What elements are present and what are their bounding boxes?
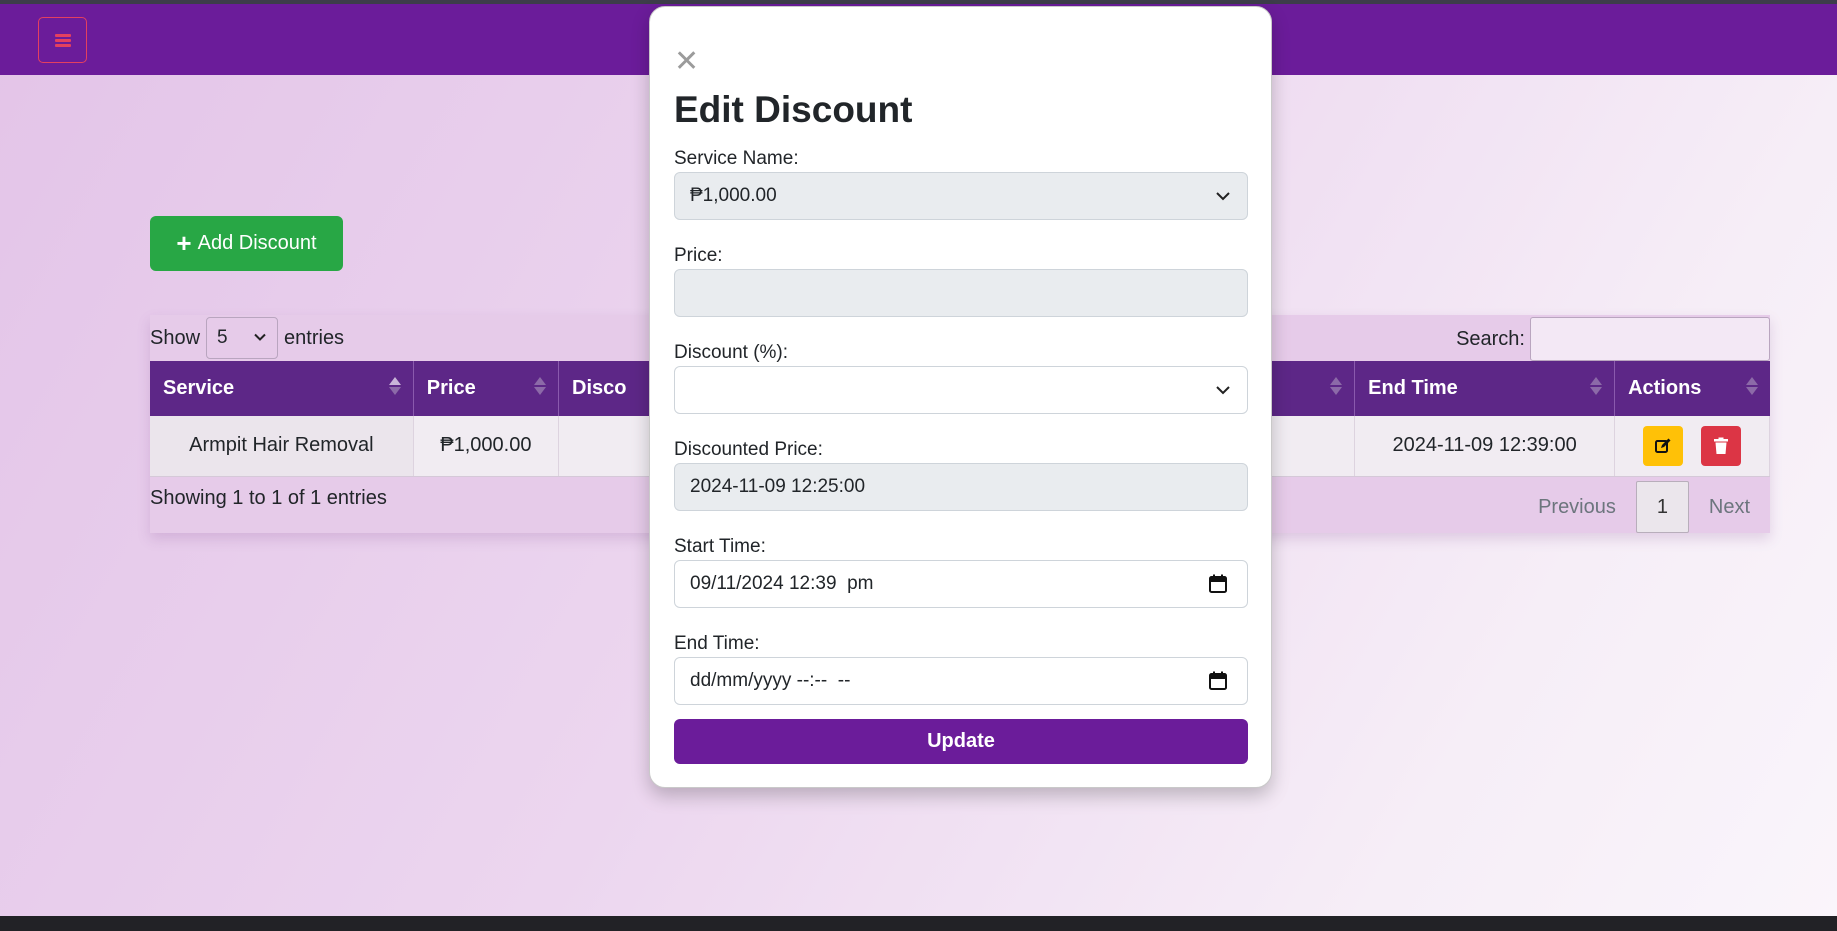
discounted-price-value: 2024-11-09 12:25:00: [690, 476, 866, 497]
discounted-price-field[interactable]: 2024-11-09 12:25:00: [674, 463, 1248, 511]
cell-service: Armpit Hair Removal: [150, 416, 414, 477]
chevron-down-icon: [254, 333, 266, 341]
service-name-label: Service Name:: [674, 148, 799, 169]
page-length-value: 5: [217, 327, 228, 348]
column-header-actions[interactable]: Actions: [1614, 361, 1770, 416]
start-time-label: Start Time:: [674, 536, 766, 557]
edit-icon: [1655, 438, 1671, 453]
modal-title: Edit Discount: [674, 89, 913, 130]
search-input[interactable]: [1530, 317, 1770, 361]
end-time-value: dd/mm/yyyy --:-- --: [690, 670, 851, 691]
column-header-service[interactable]: Service: [150, 361, 414, 416]
pagination: Previous 1 Next: [1518, 481, 1770, 533]
cell-end-time: 2024-11-09 12:39:00: [1354, 416, 1616, 477]
sort-icon: [1590, 377, 1603, 395]
column-header-price[interactable]: Price: [413, 361, 560, 416]
discount-select[interactable]: [674, 366, 1248, 414]
page-1-button[interactable]: 1: [1635, 481, 1689, 533]
sort-icon: [534, 377, 546, 395]
chevron-down-icon: [1216, 192, 1230, 201]
start-time-input[interactable]: 09/11/2024 12:39 pm: [674, 560, 1248, 608]
service-name-value: ₱1,000.00: [690, 185, 777, 206]
search-control: Search:: [1456, 317, 1770, 361]
service-name-select[interactable]: ₱1,000.00: [674, 172, 1248, 220]
cell-actions: [1614, 416, 1770, 477]
sort-icon: [1745, 377, 1758, 395]
end-time-label: End Time:: [674, 633, 760, 654]
cell-price: ₱1,000.00: [413, 416, 560, 477]
calendar-icon[interactable]: [1209, 574, 1227, 593]
previous-page-button[interactable]: Previous: [1518, 481, 1636, 533]
edit-button[interactable]: [1643, 425, 1684, 466]
edit-discount-modal: ✕ Edit Discount Service Name: ₱1,000.00 …: [649, 6, 1272, 788]
chevron-down-icon: [1216, 386, 1230, 395]
start-time-value: 09/11/2024 12:39 pm: [690, 573, 874, 594]
update-button[interactable]: Update: [674, 719, 1248, 764]
plus-icon: +: [176, 227, 192, 258]
delete-button[interactable]: [1701, 425, 1742, 466]
sort-icon: [1330, 377, 1343, 395]
column-header-end-time[interactable]: End Time: [1354, 361, 1616, 416]
page-length-select[interactable]: 5: [206, 317, 279, 359]
price-field[interactable]: [674, 269, 1248, 317]
trash-icon: [1714, 437, 1729, 454]
next-page-button[interactable]: Next: [1689, 481, 1770, 533]
page-length-control: Show 5 entries: [150, 317, 344, 359]
close-icon[interactable]: ✕: [674, 47, 699, 77]
entries-label: entries: [284, 326, 345, 349]
menu-toggle-button[interactable]: [38, 17, 87, 63]
show-label: Show: [150, 326, 201, 349]
price-label: Price:: [674, 245, 723, 266]
calendar-icon[interactable]: [1209, 671, 1227, 690]
hamburger-icon: [54, 33, 71, 47]
taskbar: [0, 916, 1837, 931]
add-discount-label: Add Discount: [197, 232, 317, 254]
end-time-input[interactable]: dd/mm/yyyy --:-- --: [674, 657, 1248, 705]
discounted-price-label: Discounted Price:: [674, 439, 823, 460]
search-label: Search:: [1456, 327, 1525, 350]
sort-icon: [388, 377, 401, 395]
discount-label: Discount (%):: [674, 342, 789, 363]
add-discount-button[interactable]: + Add Discount: [150, 216, 343, 271]
table-info: Showing 1 to 1 of 1 entries: [150, 487, 387, 509]
